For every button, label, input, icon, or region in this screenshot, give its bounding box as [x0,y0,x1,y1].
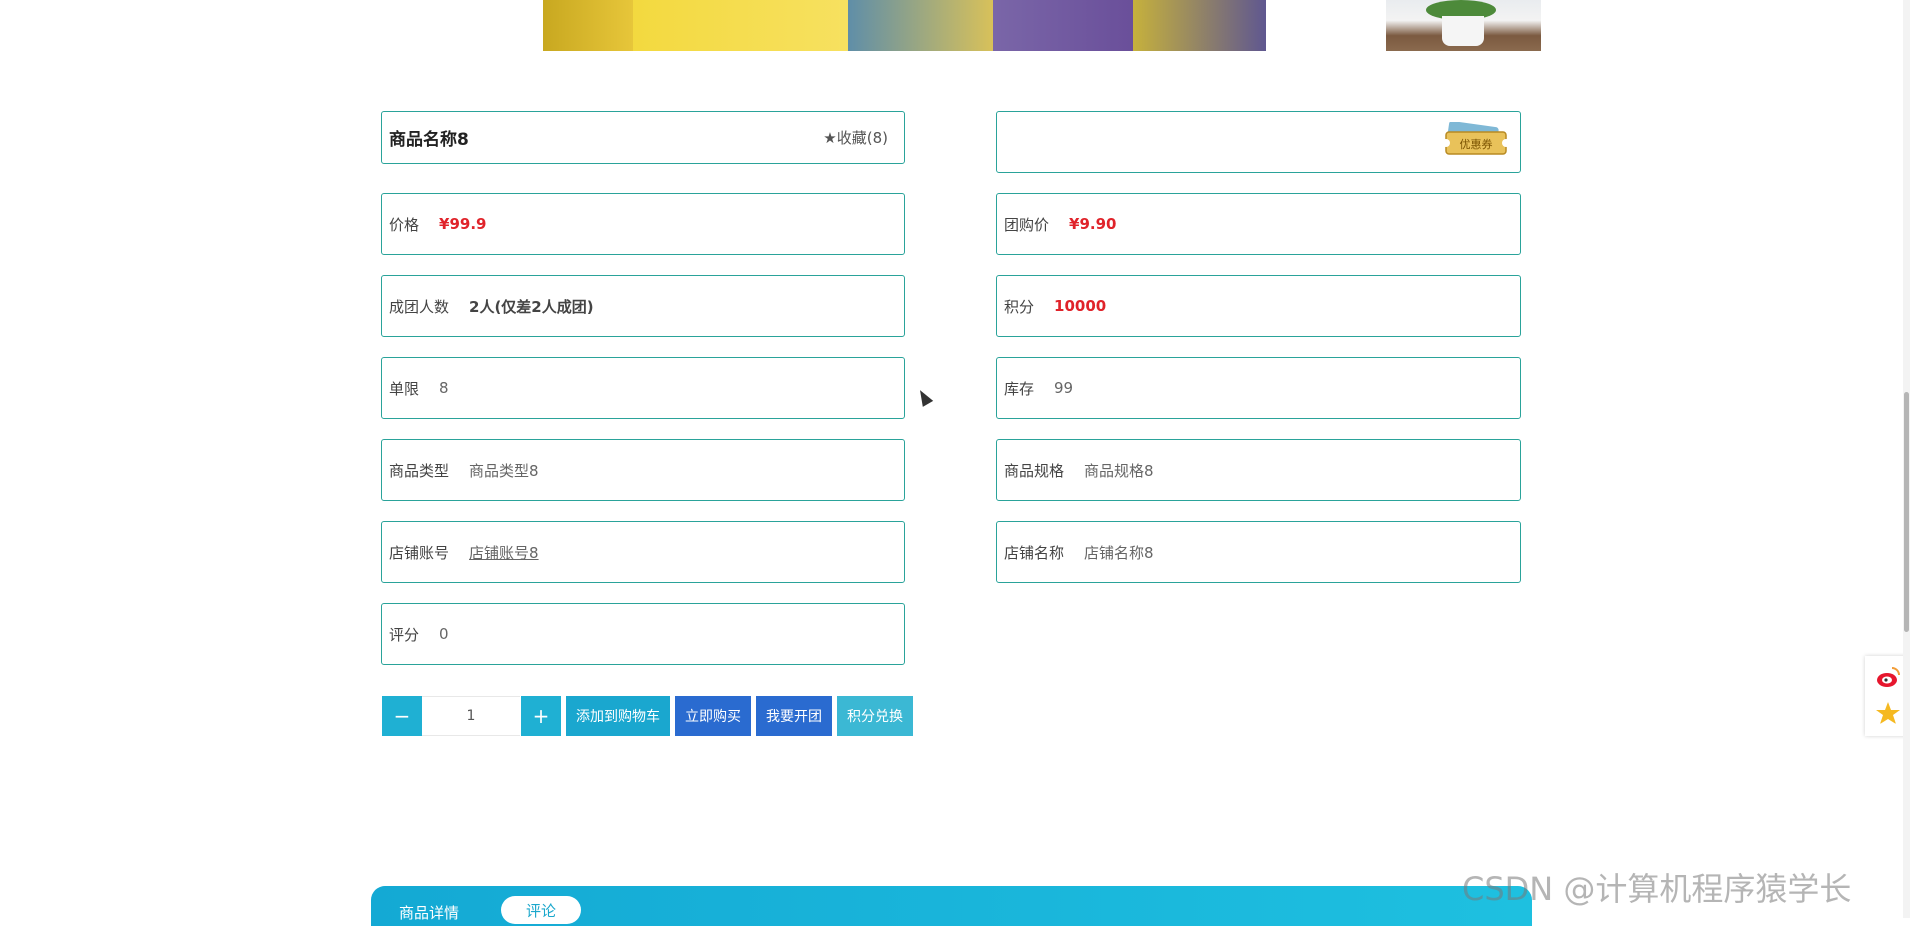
stock-field: 库存 99 [996,357,1521,419]
type-label: 商品类型 [389,461,450,480]
coupon-icon[interactable]: 优惠券 [1444,122,1508,156]
limit-value: 8 [439,379,449,397]
watermark: CSDN @计算机程序猿学长 [1462,870,1852,908]
group-price-field: 团购价 ¥9.90 [996,193,1521,255]
scrollbar-thumb[interactable] [1904,392,1909,632]
type-value: 商品类型8 [469,461,539,480]
product-name: 商品名称8 [389,130,469,150]
spec-value: 商品规格8 [1084,461,1154,480]
banner-plant-image [1386,0,1541,51]
svg-text:优惠券: 优惠券 [1460,137,1493,151]
favorite-label: 收藏(8) [836,129,888,147]
shop-name-field: 店铺名称 店铺名称8 [996,521,1521,583]
rating-label: 评分 [389,625,420,644]
tab-comments[interactable]: 评论 [501,896,581,924]
quantity-plus-button[interactable]: + [521,696,561,736]
quantity-minus-button[interactable]: − [382,696,422,736]
shop-name-label: 店铺名称 [1004,543,1065,562]
favorite-button[interactable]: ★收藏(8) [823,127,888,148]
star-icon: ★ [823,129,837,147]
shop-name-value: 店铺名称8 [1084,543,1154,562]
shop-account-label: 店铺账号 [389,543,450,562]
buy-now-button[interactable]: 立即购买 [675,696,751,736]
add-to-cart-button[interactable]: 添加到购物车 [566,696,670,736]
group-size-label: 成团人数 [389,297,450,316]
favorite-star-icon[interactable] [1875,700,1901,726]
price-label: 价格 [389,215,420,234]
banner-image [543,0,1266,51]
quantity-input[interactable] [422,696,520,736]
rating-field: 评分 0 [381,603,905,665]
group-price-label: 团购价 [1004,215,1050,234]
group-size-value: 2人(仅差2人成团) [469,297,594,316]
points-field: 积分 10000 [996,275,1521,337]
price-value: ¥99.9 [439,215,487,233]
stock-value: 99 [1054,379,1074,397]
group-price-value: ¥9.90 [1069,215,1117,233]
price-field: 价格 ¥99.9 [381,193,905,255]
detail-tab-bar: 商品详情 评论 [371,886,1532,926]
points-label: 积分 [1004,297,1035,316]
stock-label: 库存 [1004,379,1035,398]
group-size-field: 成团人数 2人(仅差2人成团) [381,275,905,337]
spec-field: 商品规格 商品规格8 [996,439,1521,501]
points-exchange-button[interactable]: 积分兑换 [837,696,913,736]
type-field: 商品类型 商品类型8 [381,439,905,501]
product-title-box: 商品名称8 ★收藏(8) [381,111,905,164]
mouse-cursor-icon [914,387,934,407]
limit-label: 单限 [389,379,420,398]
rating-value: 0 [439,625,449,643]
coupon-box: 优惠券 [996,111,1521,173]
points-value: 10000 [1054,297,1107,315]
shop-account-field: 店铺账号 店铺账号8 [381,521,905,583]
page-scrollbar[interactable] [1903,0,1910,918]
tab-product-details[interactable]: 商品详情 [399,902,459,923]
shop-account-link[interactable]: 店铺账号8 [469,542,539,563]
spec-label: 商品规格 [1004,461,1065,480]
open-group-button[interactable]: 我要开团 [756,696,832,736]
limit-field: 单限 8 [381,357,905,419]
weibo-icon[interactable] [1875,664,1901,690]
